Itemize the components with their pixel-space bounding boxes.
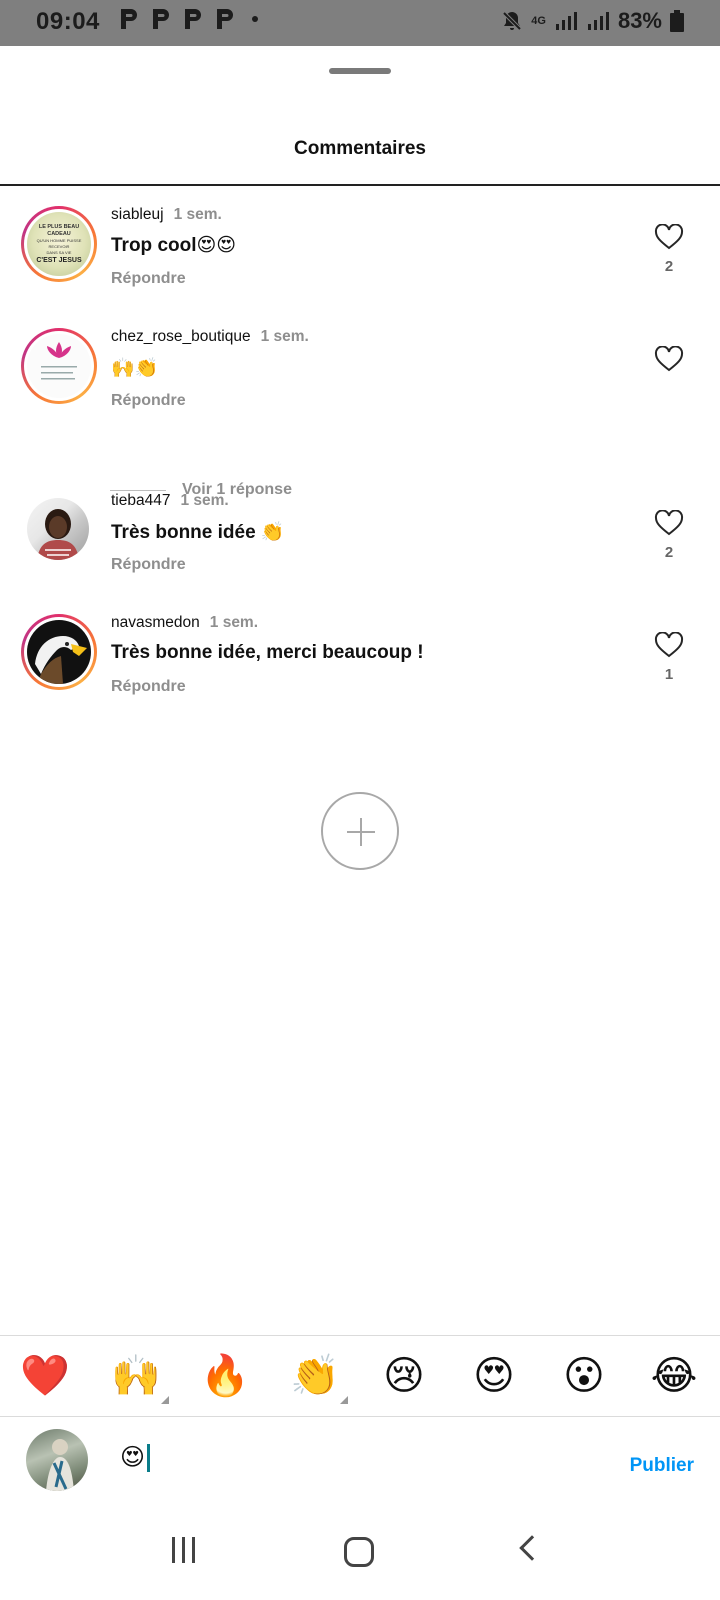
- reply-button[interactable]: Répondre: [111, 270, 186, 288]
- comment-time: 1 sem.: [260, 328, 309, 345]
- comment-username[interactable]: chez_rose_boutique: [111, 328, 251, 345]
- avatar[interactable]: [21, 328, 97, 404]
- emoji-button-clapping[interactable]: 👏: [290, 1352, 348, 1404]
- emoji-button-crying[interactable]: 😢: [380, 1352, 428, 1400]
- comment-meta: navasmedon 1 sem.: [111, 614, 258, 632]
- avatar: [26, 1429, 88, 1491]
- system-nav-bar: [0, 1517, 720, 1600]
- heart-icon[interactable]: [654, 632, 684, 658]
- status-time: 09:04: [36, 8, 100, 35]
- user-photo-icon: [46, 1439, 74, 1491]
- comment-text: 🙌👏: [111, 358, 159, 379]
- comment-item: tieba447 1 sem. Très bonne idée 👏 Répondr…: [0, 472, 720, 582]
- p-notification-icon: [214, 7, 236, 31]
- page-title: Commentaires: [294, 138, 426, 159]
- publish-button[interactable]: Publier: [630, 1455, 694, 1477]
- comment-time: 1 sem.: [173, 206, 222, 223]
- network-type-icon: 4G: [531, 14, 546, 27]
- lotus-logo-icon: [41, 342, 77, 380]
- avatar[interactable]: LE PLUS BEAU CADEAU QU'UN HOMME PUISSE R…: [21, 206, 97, 282]
- p-notification-icon: [118, 7, 140, 31]
- comment-text: Trop cool😍😍: [111, 235, 237, 256]
- like-count: 1: [664, 666, 674, 683]
- heart-icon[interactable]: [654, 224, 684, 250]
- emoji-button-fire[interactable]: 🔥: [200, 1352, 250, 1400]
- avatar-caption: QU'UN HOMME PUISSE RECEVOIR: [36, 237, 82, 249]
- emoji-button-raising-hands[interactable]: 🙌: [111, 1352, 169, 1404]
- avatar[interactable]: [21, 614, 97, 690]
- mute-icon: [501, 10, 523, 32]
- emoji-glyph: 🙌: [111, 1353, 161, 1399]
- recents-icon[interactable]: [172, 1537, 200, 1565]
- person-photo-icon: [37, 509, 79, 560]
- status-bar: 09:04 4G 83%: [0, 0, 720, 46]
- battery-icon: [670, 10, 684, 32]
- emoji-glyph: 👏: [290, 1353, 340, 1399]
- comment-item: navasmedon 1 sem. Très bonne idée, merci …: [0, 594, 720, 704]
- more-notifications-dot-icon: [252, 16, 258, 22]
- comment-composer: 😍 Publier: [0, 1417, 720, 1517]
- avatar-caption: LE PLUS BEAU CADEAU: [38, 223, 80, 237]
- avatar[interactable]: [27, 498, 89, 560]
- back-icon[interactable]: [519, 1535, 545, 1561]
- emoji-button-tears-of-joy[interactable]: 😂: [650, 1352, 698, 1400]
- home-icon[interactable]: [344, 1537, 374, 1567]
- skin-tone-indicator-icon: [161, 1396, 169, 1404]
- comment-meta: tieba447 1 sem.: [111, 492, 229, 510]
- comment-item: chez_rose_boutique 1 sem. 🙌👏 Répondre: [0, 308, 720, 418]
- reply-button[interactable]: Répondre: [111, 392, 186, 410]
- signal-icon: [554, 10, 578, 32]
- emoji-button-astonished[interactable]: 😮: [560, 1352, 608, 1400]
- heart-icon[interactable]: [654, 510, 684, 536]
- comment-time: 1 sem.: [180, 492, 229, 509]
- emoji-button-heart[interactable]: ❤️: [20, 1352, 70, 1400]
- avatar-caption: C'EST JESUS: [36, 256, 82, 264]
- comment-text: Très bonne idée, merci beaucoup !: [111, 642, 424, 663]
- comment-username[interactable]: navasmedon: [111, 614, 200, 631]
- battery-percent: 83%: [617, 8, 662, 33]
- emoji-quick-bar: ❤️ 🙌 🔥 👏 😢 😍 😮 😂: [0, 1335, 720, 1417]
- drag-handle[interactable]: [329, 68, 391, 74]
- eagle-photo-icon: [35, 636, 87, 684]
- p-notification-icon: [182, 7, 204, 31]
- load-more-comments-button[interactable]: [321, 792, 399, 870]
- heart-icon[interactable]: [654, 346, 684, 372]
- reply-button[interactable]: Répondre: [111, 556, 186, 574]
- skin-tone-indicator-icon: [340, 1396, 348, 1404]
- like-count: 2: [664, 258, 674, 275]
- emoji-button-heart-eyes[interactable]: 😍: [470, 1352, 518, 1400]
- comment-username[interactable]: tieba447: [111, 492, 170, 509]
- text-caret: [147, 1443, 151, 1472]
- p-notification-icon: [150, 7, 172, 31]
- comment-meta: siableuj 1 sem.: [111, 206, 222, 224]
- comment-input-value: 😍: [120, 1444, 146, 1471]
- comment-input[interactable]: 😍: [120, 1443, 151, 1472]
- comment-username[interactable]: siableuj: [111, 206, 164, 223]
- reply-button[interactable]: Répondre: [111, 678, 186, 696]
- signal-icon: [586, 10, 610, 32]
- notification-icons: [118, 7, 258, 31]
- comment-text: Très bonne idée 👏: [111, 522, 285, 543]
- comment-time: 1 sem.: [209, 614, 259, 631]
- like-count: 2: [664, 544, 674, 561]
- comment-meta: chez_rose_boutique 1 sem.: [111, 328, 309, 346]
- comment-item: LE PLUS BEAU CADEAU QU'UN HOMME PUISSE R…: [0, 186, 720, 296]
